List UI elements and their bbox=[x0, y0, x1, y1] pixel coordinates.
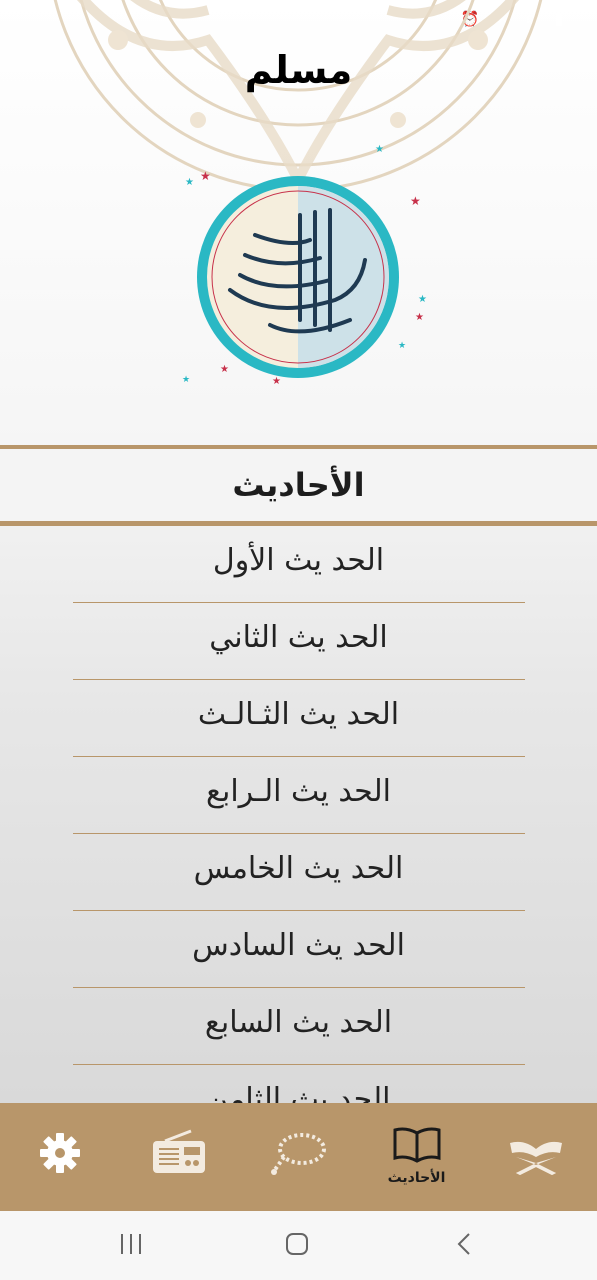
book-icon bbox=[393, 1127, 440, 1163]
nav-radio[interactable] bbox=[119, 1103, 238, 1211]
svg-text:★: ★ bbox=[220, 364, 229, 375]
nav-prayer-beads[interactable] bbox=[238, 1103, 357, 1211]
list-item[interactable]: الحد يث السادس bbox=[72, 911, 525, 988]
home-button[interactable] bbox=[284, 1231, 310, 1257]
radio-icon bbox=[152, 1129, 205, 1173]
gear-icon bbox=[39, 1133, 80, 1173]
nav-hadiths[interactable]: الأحاديث bbox=[357, 1103, 476, 1211]
status-bar: ⏰ ✕ ≋ ▮ bbox=[0, 0, 597, 42]
nav-label-hadiths: الأحاديث bbox=[387, 1170, 446, 1186]
list-item[interactable]: الحد يث الخامس bbox=[72, 834, 525, 911]
nav-settings[interactable] bbox=[0, 1103, 119, 1211]
svg-text:★: ★ bbox=[200, 169, 211, 183]
list-item[interactable]: الحد يث الأول bbox=[72, 526, 525, 603]
svg-text:★: ★ bbox=[272, 376, 281, 387]
svg-text:★: ★ bbox=[185, 177, 194, 188]
prayer-beads-icon bbox=[270, 1133, 326, 1175]
recent-apps-button[interactable] bbox=[118, 1231, 144, 1257]
basmala-emblem: ★ ★ ★ ★ ★ ★ ★ ★ ★ ★ bbox=[182, 144, 427, 387]
section-header: الأحاديث bbox=[0, 445, 597, 526]
svg-text:★: ★ bbox=[182, 375, 190, 385]
svg-text:★: ★ bbox=[375, 144, 384, 155]
app-title: مسلم bbox=[244, 48, 353, 92]
list-item[interactable]: الحد يث الثامن bbox=[73, 1065, 525, 1103]
list-item[interactable]: الحد يث الـرابع bbox=[72, 757, 525, 834]
system-nav-bar bbox=[0, 1211, 597, 1280]
quran-icon bbox=[509, 1141, 562, 1175]
hadith-list[interactable]: الحد يث الأول الحد يث الثاني الحد يث الث… bbox=[0, 526, 597, 1103]
svg-text:★: ★ bbox=[398, 341, 406, 351]
svg-text:★: ★ bbox=[410, 194, 421, 208]
list-item[interactable]: الحد يث السابع bbox=[72, 988, 525, 1065]
list-item[interactable]: الحد يث الثـالـث bbox=[72, 680, 525, 757]
status-icons: ⏰ ✕ ≋ ▮ bbox=[460, 10, 569, 28]
svg-text:★: ★ bbox=[418, 294, 427, 305]
list-item[interactable]: الحد يث الثاني bbox=[72, 603, 525, 680]
nav-quran[interactable] bbox=[476, 1103, 595, 1211]
back-button[interactable] bbox=[452, 1231, 478, 1257]
bottom-nav: الأحاديث bbox=[0, 1103, 597, 1211]
svg-text:★: ★ bbox=[415, 312, 424, 323]
